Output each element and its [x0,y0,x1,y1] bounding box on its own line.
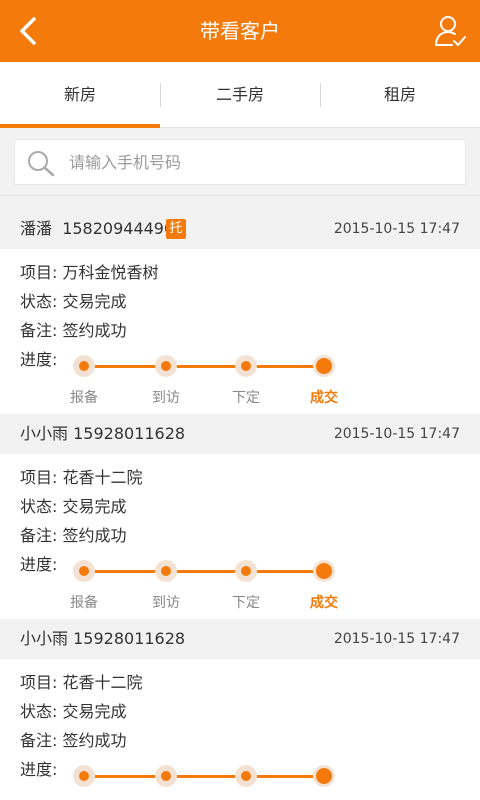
visit-time: 2015-10-15 17:47 [333,631,460,647]
tab-rental[interactable]: 租房 [320,62,480,128]
customer-card-body: 项目: 万科金悦香树 状态: 交易完成 备注: 签约成功 进度: 报备 到访 下… [0,249,480,414]
customer-list: 潘潘 15820944490 托 2015-10-15 17:47 项目: 万科… [0,209,480,800]
customer-name: 小小雨 [20,424,69,443]
progress-line [84,365,325,368]
project-label: 项目: [20,263,58,282]
search-box[interactable] [14,139,466,185]
progress-dot [73,355,95,377]
search-area [0,129,480,196]
customer-card-header: 潘潘 15820944490 托 2015-10-15 17:47 [0,209,480,249]
customer-card[interactable]: 潘潘 15820944490 托 2015-10-15 17:47 项目: 万科… [0,209,480,414]
progress-tracker [0,765,480,800]
customer-card-header: 小小雨 15928011628 2015-10-15 17:47 [0,619,480,659]
customer-phone: 15928011628 [73,629,186,648]
project-value: 花香十二院 [62,673,143,692]
progress-dot [155,765,177,787]
stage-visit: 到访 [152,390,180,406]
project-row: 项目: 花香十二院 [20,669,143,693]
status-row: 状态: 交易完成 [20,288,127,312]
progress-dot [155,560,177,582]
progress-line [84,570,325,573]
customer-phone: 15820944490 [62,219,175,238]
active-tab-indicator [0,124,160,128]
project-value: 花香十二院 [62,468,143,487]
project-value: 万科金悦香树 [62,263,159,282]
progress-dot-current [313,765,335,787]
tab-new-house[interactable]: 新房 [0,62,160,128]
note-value: 签约成功 [62,321,127,340]
customer-name-phone: 小小雨 15928011628 [20,619,185,659]
stage-deposit: 下定 [232,595,260,611]
status-row: 状态: 交易完成 [20,493,127,517]
stage-report: 报备 [70,390,98,406]
progress-dot-current [313,560,335,582]
stage-deal: 成交 [310,390,338,406]
note-label: 备注: [20,731,58,750]
visit-time: 2015-10-15 17:47 [333,221,460,237]
customer-card-header: 小小雨 15928011628 2015-10-15 17:47 [0,414,480,454]
note-label: 备注: [20,526,58,545]
customer-card[interactable]: 小小雨 15928011628 2015-10-15 17:47 项目: 花香十… [0,619,480,800]
note-row: 备注: 签约成功 [20,727,127,751]
page-title: 带看客户 [200,19,280,43]
user-button[interactable] [430,11,470,51]
customer-name: 潘潘 [20,219,53,238]
tab-bar: 新房 二手房 租房 [0,62,480,128]
progress-tracker: 报备 到访 下定 成交 [0,355,480,419]
status-row: 状态: 交易完成 [20,698,127,722]
progress-dot [155,355,177,377]
search-icon [28,151,55,177]
top-bar: 带看客户 [0,0,480,62]
project-label: 项目: [20,468,58,487]
stage-visit: 到访 [152,595,180,611]
note-label: 备注: [20,321,58,340]
progress-dot [235,765,257,787]
note-value: 签约成功 [62,731,127,750]
customer-card[interactable]: 小小雨 15928011628 2015-10-15 17:47 项目: 花香十… [0,414,480,619]
customer-name-phone: 潘潘 15820944490 [20,209,174,249]
customer-card-body: 项目: 花香十二院 状态: 交易完成 备注: 签约成功 进度: 报备 到访 下定… [0,454,480,619]
note-value: 签约成功 [62,526,127,545]
progress-tracker: 报备 到访 下定 成交 [0,560,480,624]
stage-report: 报备 [70,595,98,611]
status-label: 状态: [20,702,58,721]
project-row: 项目: 万科金悦香树 [20,259,159,283]
note-row: 备注: 签约成功 [20,522,127,546]
tab-second-hand[interactable]: 二手房 [160,62,320,128]
customer-card-body: 项目: 花香十二院 状态: 交易完成 备注: 签约成功 进度: [0,659,480,800]
progress-dot [73,765,95,787]
progress-dot-current [313,355,335,377]
status-value: 交易完成 [62,292,127,311]
progress-line [84,775,325,778]
visit-time: 2015-10-15 17:47 [333,426,460,442]
status-label: 状态: [20,497,58,516]
customer-name-phone: 小小雨 15928011628 [20,414,185,454]
status-value: 交易完成 [62,497,127,516]
phone-search-input[interactable] [69,140,459,184]
note-row: 备注: 签约成功 [20,317,127,341]
stage-deposit: 下定 [232,390,260,406]
progress-dot [73,560,95,582]
progress-dot [235,560,257,582]
customer-phone: 15928011628 [73,424,186,443]
entrust-badge: 托 [166,219,186,239]
project-label: 项目: [20,673,58,692]
progress-dot [235,355,257,377]
status-value: 交易完成 [62,702,127,721]
project-row: 项目: 花香十二院 [20,464,143,488]
user-check-icon [435,16,466,46]
stage-deal: 成交 [310,595,338,611]
customer-name: 小小雨 [20,629,69,648]
status-label: 状态: [20,292,58,311]
